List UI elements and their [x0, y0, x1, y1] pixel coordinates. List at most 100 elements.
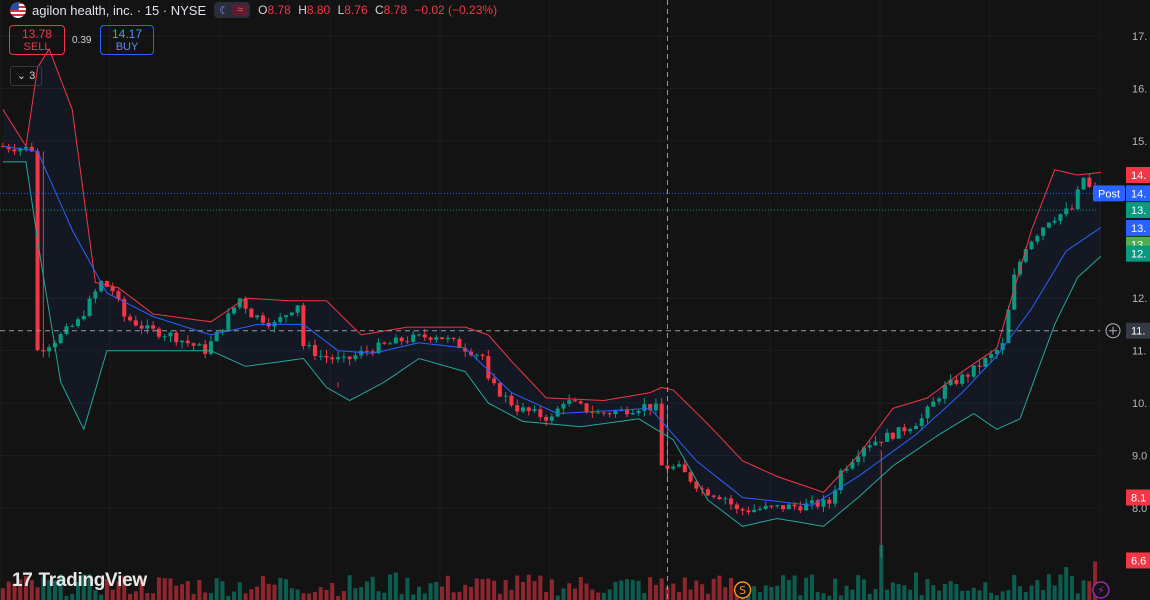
candle-body [873, 441, 878, 446]
volume-bar [1023, 592, 1028, 600]
volume-bar [226, 595, 231, 600]
volume-bar [324, 590, 329, 600]
volume-bar [994, 595, 999, 600]
session-toggle[interactable]: ☾ ≈ [214, 2, 251, 18]
candle-body [798, 506, 803, 511]
candle-body [451, 337, 456, 340]
candle-body [353, 355, 358, 360]
candle-body [775, 505, 780, 507]
candle-body [388, 343, 393, 345]
candle-body [197, 344, 202, 346]
candle-body [1029, 241, 1034, 250]
candle-body [497, 383, 502, 397]
candle-body [93, 291, 98, 299]
volume-bar [827, 595, 832, 600]
volume-bar [804, 577, 809, 600]
volume-bar [711, 578, 716, 600]
price-badge-text: 8.1 [1131, 493, 1146, 505]
brand-name: TradingView [38, 570, 148, 591]
symbol-title[interactable]: agilon health, inc. · 15 · NYSE [32, 3, 206, 18]
volume-bar [1017, 586, 1023, 600]
candle-body [734, 504, 739, 509]
candle-body [399, 337, 404, 342]
volume-bar [255, 586, 260, 600]
volume-bar [954, 584, 959, 600]
candle-body [942, 384, 947, 399]
volume-bar [370, 576, 375, 600]
sell-button[interactable]: 13.78 SELL [9, 25, 65, 55]
candle-body [243, 298, 248, 309]
price-chart[interactable]: 17.16.15.12.11.10.9.08.014.14.Post13.13.… [0, 0, 1150, 600]
volume-bar [330, 582, 335, 600]
candle-body [965, 374, 970, 377]
close-value: 8.78 [383, 3, 407, 17]
volume-bar [393, 572, 398, 600]
post-tag-text: Post [1098, 188, 1120, 200]
low-value: 8.76 [344, 3, 368, 17]
candle-body [913, 425, 918, 429]
candle-body [260, 315, 265, 323]
volume-bar [180, 584, 185, 600]
candle-body [671, 466, 676, 469]
bands-fill [2, 49, 1101, 527]
candle-body [1041, 227, 1046, 236]
volume-bar [359, 587, 364, 600]
volume-bar [232, 591, 237, 600]
volume-bar [942, 584, 947, 600]
candle-body [411, 334, 416, 342]
candle-body [677, 464, 682, 467]
candle-body [746, 510, 751, 513]
volume-bar [630, 579, 635, 600]
candle-body [203, 344, 208, 354]
candle-body [145, 325, 150, 329]
tradingview-branding[interactable]: 17 TradingView [12, 570, 147, 592]
candle-body [960, 374, 965, 384]
candle-body [653, 403, 658, 411]
candle-body [688, 472, 693, 482]
buy-button[interactable]: 14.17 BUY [100, 25, 154, 55]
candle-body [861, 447, 866, 457]
candle-body [786, 504, 791, 510]
price-scale-label: 9.0 [1132, 451, 1147, 463]
volume-bar [856, 575, 861, 600]
moon-icon[interactable]: ☾ [216, 4, 232, 17]
volume-bar [1087, 581, 1092, 600]
volume-bar [960, 590, 965, 600]
price-scale-label: 11. [1132, 346, 1146, 358]
volume-bar [1075, 593, 1080, 600]
volume-bar [70, 593, 75, 600]
volume-bar [815, 592, 820, 600]
volume-bar [977, 590, 982, 600]
candle-body [705, 489, 710, 496]
candle-body [341, 356, 346, 358]
candle-body [422, 334, 427, 338]
volume-bar [850, 589, 855, 600]
approx-icon[interactable]: ≈ [232, 4, 249, 16]
candle-body [515, 405, 520, 412]
volume-bar [873, 589, 878, 600]
volume-bar [208, 593, 213, 600]
volume-bar [451, 592, 456, 600]
candle-body [919, 418, 924, 426]
volume-bar [399, 594, 404, 600]
candle-body [989, 353, 994, 359]
candle-body [1035, 235, 1040, 242]
volume-bar [1064, 567, 1069, 600]
ohlc-values: O8.78 H8.80 L8.76 C8.78 −0.02 (−0.23%) [258, 3, 498, 17]
volume-bar [902, 585, 907, 600]
volume-bar [174, 585, 179, 600]
volume-bar [567, 583, 572, 600]
volume-bar [474, 578, 479, 600]
volume-bar [151, 593, 156, 600]
candle-body [763, 505, 768, 509]
candle-body [23, 146, 29, 149]
indicators-toggle[interactable]: ⌄ 3 [10, 66, 42, 86]
volume-bar [457, 591, 462, 600]
candle-body [1075, 189, 1080, 210]
volume-bar [428, 583, 433, 600]
volume-bar [613, 581, 618, 600]
volume-bar [792, 575, 797, 600]
volume-bar [769, 586, 774, 600]
candle-body [47, 347, 52, 352]
candle-body [486, 355, 491, 379]
